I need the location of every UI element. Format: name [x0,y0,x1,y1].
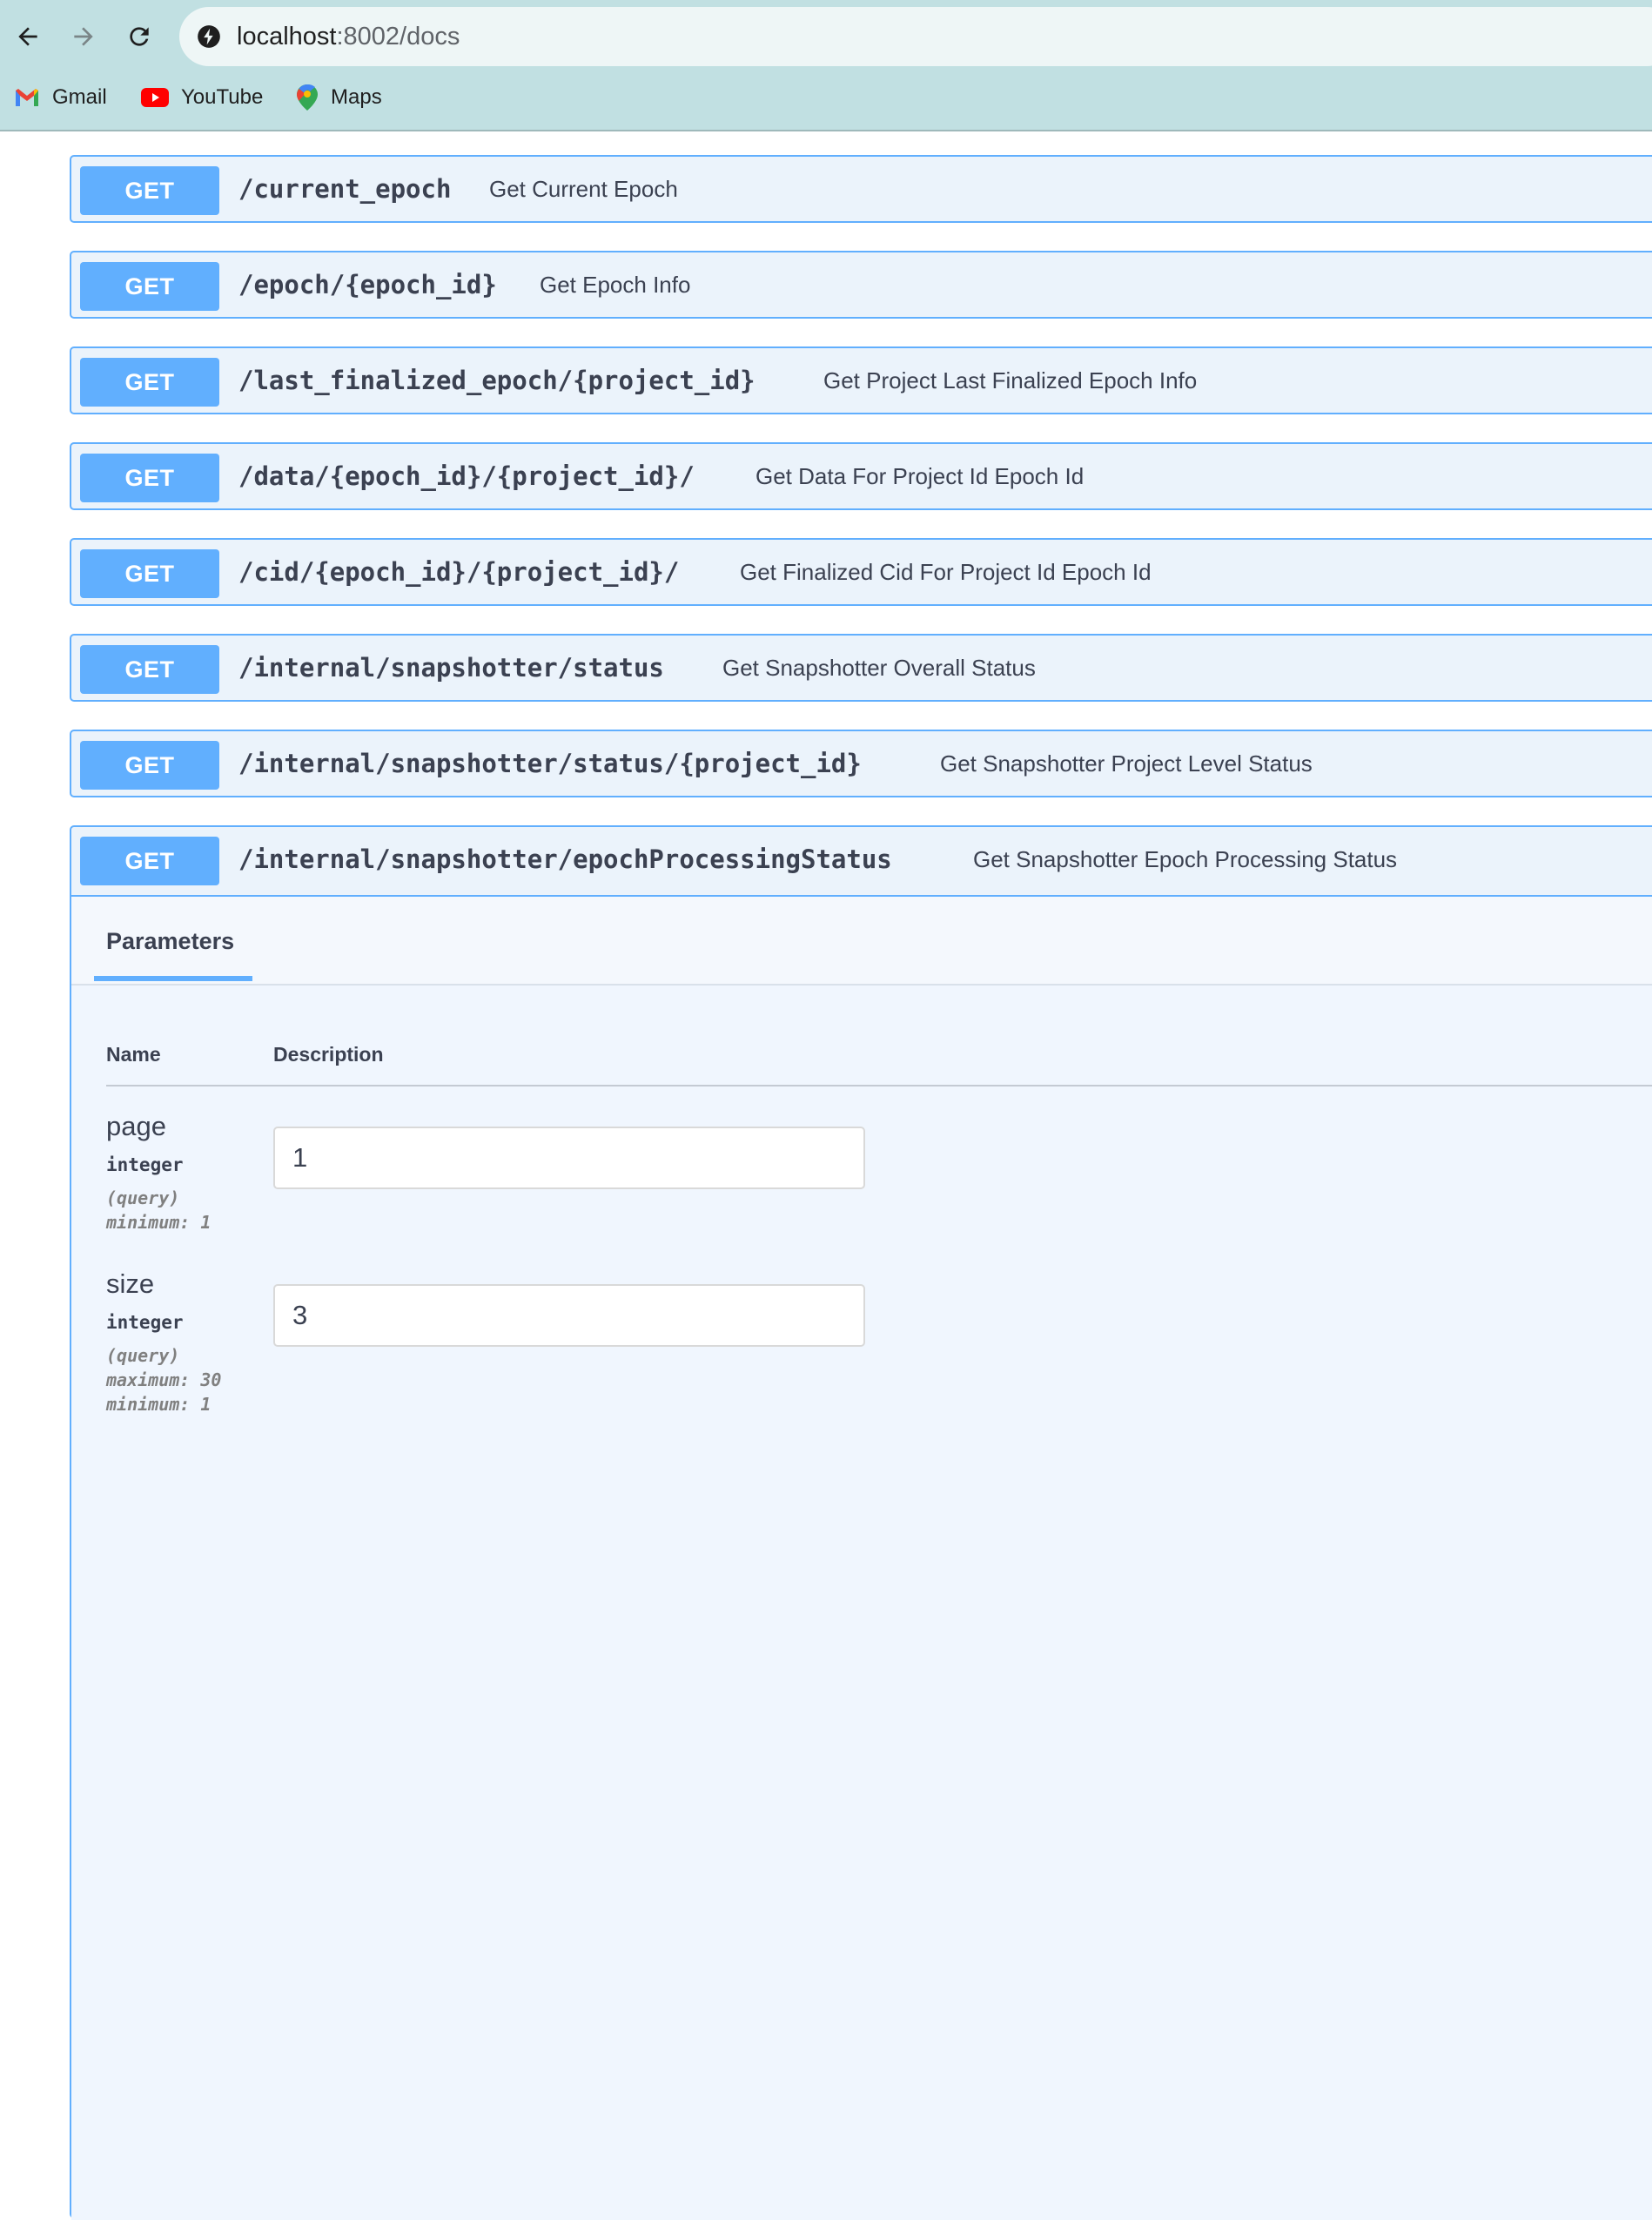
operation-path: /last_finalized_epoch/{project_id} [238,366,755,395]
operation-summary: Get Epoch Info [540,272,691,298]
parameters-tab-header: Parameters [71,897,1652,986]
column-header-name: Name [106,1043,161,1066]
site-info-icon[interactable] [197,24,221,49]
method-badge: GET [80,549,219,598]
method-badge[interactable]: GET [80,837,219,885]
operation-body: Parameters Name Description page integer… [71,895,1652,2220]
operation-summary: Get Data For Project Id Epoch Id [755,463,1085,489]
header-divider [106,1085,1652,1086]
operation-cid[interactable]: GET /cid/{epoch_id}/{project_id}/ Get Fi… [70,538,1652,606]
param-type: integer [106,1312,184,1333]
arrow-right-icon [74,27,93,46]
method-badge: GET [80,454,219,502]
operation-path: /cid/{epoch_id}/{project_id}/ [238,557,680,587]
param-constraint: minimum: 1 [106,1394,212,1415]
swagger-content: GET /current_epoch Get Current Epoch GET… [0,131,1652,2220]
reload-icon [130,27,149,46]
size-input[interactable] [273,1284,865,1347]
param-location: (query) [106,1187,180,1208]
operation-summary: Get Finalized Cid For Project Id Epoch I… [740,559,1152,585]
operation-summary: Get Current Epoch [489,176,678,202]
operation-snapshotter-status[interactable]: GET /internal/snapshotter/status Get Sna… [70,634,1652,702]
operation-summary[interactable]: Get Snapshotter Epoch Processing Status [973,827,1397,891]
param-constraint: maximum: 30 [106,1369,222,1390]
operation-path[interactable]: /internal/snapshotter/epochProcessingSta… [238,827,892,891]
bookmark-label: Maps [331,85,382,109]
operation-path: /internal/snapshotter/status/{project_id… [238,749,862,778]
param-constraint: minimum: 1 [106,1212,212,1233]
operation-summary: Get Project Last Finalized Epoch Info [823,367,1198,394]
method-badge: GET [80,358,219,407]
reload-button[interactable] [120,17,158,56]
operation-path: /epoch/{epoch_id} [238,270,497,299]
operation-epoch-info[interactable]: GET /epoch/{epoch_id} Get Epoch Info [70,251,1652,319]
forward-button[interactable] [64,17,103,56]
maps-icon [297,84,318,111]
bookmark-gmail[interactable]: Gmail [14,82,107,113]
gmail-icon [16,89,38,106]
method-badge: GET [80,645,219,694]
tab-parameters[interactable]: Parameters [106,928,234,955]
operation-last-finalized-epoch[interactable]: GET /last_finalized_epoch/{project_id} G… [70,346,1652,414]
url-host: localhost [237,23,337,50]
tab-active-indicator [94,976,252,981]
bookmark-youtube[interactable]: YouTube [141,82,263,113]
operation-current-epoch[interactable]: GET /current_epoch Get Current Epoch [70,155,1652,223]
param-location: (query) [106,1345,180,1366]
param-name: page [106,1111,166,1141]
column-header-description: Description [273,1043,384,1066]
param-name: size [106,1268,155,1299]
url-text[interactable]: localhost:8002/docs [237,23,460,50]
operation-snapshotter-project-status[interactable]: GET /internal/snapshotter/status/{projec… [70,730,1652,797]
operation-path: /current_epoch [238,174,452,204]
param-type: integer [106,1154,184,1175]
operation-summary: Get Snapshotter Overall Status [722,655,1036,681]
bookmark-maps[interactable]: Maps [296,82,382,113]
browser-toolbar: localhost:8002/docs Gmail YouTube Maps [0,0,1652,131]
operation-path: /internal/snapshotter/status [238,653,664,683]
operation-path: /data/{epoch_id}/{project_id}/ [238,461,695,491]
operation-data[interactable]: GET /data/{epoch_id}/{project_id}/ Get D… [70,442,1652,510]
url-path: :8002/docs [336,23,460,50]
method-badge: GET [80,741,219,790]
bookmark-label: YouTube [181,85,264,109]
operation-summary: Get Snapshotter Project Level Status [940,750,1313,777]
bookmark-label: Gmail [52,85,107,109]
page-input[interactable] [273,1127,865,1189]
back-button[interactable] [9,17,47,56]
youtube-icon [141,88,169,107]
method-badge: GET [80,262,219,311]
address-bar[interactable]: localhost:8002/docs [179,7,1652,66]
method-badge: GET [80,166,219,215]
operation-epoch-processing-status: GET /internal/snapshotter/epochProcessin… [70,825,1652,2220]
arrow-left-icon [18,27,37,46]
